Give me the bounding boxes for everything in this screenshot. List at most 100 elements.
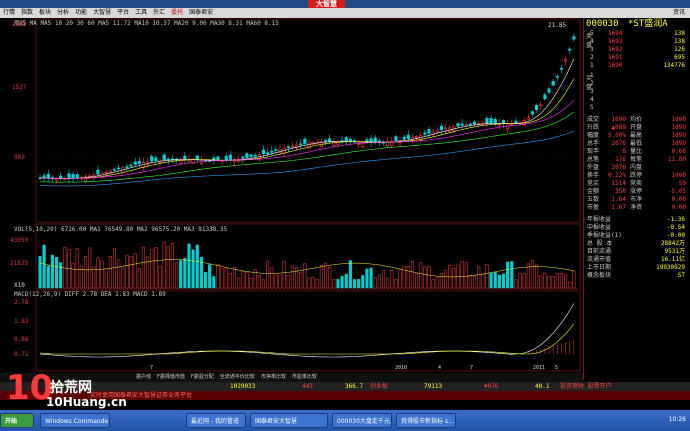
candle-body <box>245 153 249 158</box>
menu-item[interactable]: 外汇 <box>153 8 165 18</box>
quote-k1: 成交 <box>587 116 600 123</box>
volume-bar <box>398 268 402 289</box>
ticker-item[interactable]: 40.1 <box>535 382 549 391</box>
chart-area[interactable]: 周线 MA MA5 10 20 30 60 MA5 11.72 MA10 10.… <box>0 18 583 373</box>
candle-body <box>460 123 464 126</box>
ask-row: 5 1694 138 <box>584 30 689 38</box>
volume-bar <box>501 273 506 289</box>
taskbar-button[interactable]: 000030大盘走千元... <box>332 413 392 428</box>
candle-body <box>54 178 59 181</box>
bid-row: 1 <box>584 72 689 80</box>
volume-bar <box>55 256 59 289</box>
volume-bar <box>141 246 146 289</box>
volume-bar <box>117 259 121 289</box>
ask-row-px: 1693 <box>608 38 623 45</box>
candle-body <box>67 173 71 179</box>
candle-body <box>241 156 245 159</box>
ask-row-vol: 134776 <box>663 62 685 69</box>
volume-bar <box>245 272 249 289</box>
menu-item[interactable]: 分析 <box>57 8 69 18</box>
ticker-item[interactable]: 创业板 <box>370 382 388 391</box>
taskbar-button[interactable]: 国泰君安大智慧 <box>250 413 328 428</box>
menu-item[interactable]: 平台 <box>117 8 129 18</box>
menu-item[interactable]: 委托 <box>171 8 183 18</box>
fundamental-row: 目前流通 9531万 <box>584 248 689 256</box>
candle-body <box>402 136 406 140</box>
ask-row: 1 1690 134776 <box>584 62 689 70</box>
quote-v2: 0.00 <box>671 196 686 203</box>
ticker-item[interactable]: 366.7 <box>345 382 363 391</box>
ticker-item[interactable]: 投资理财 股票开户 <box>560 382 612 391</box>
indicator-tab[interactable]: 委户线 <box>136 373 151 382</box>
quote-k2: 量比 <box>630 148 643 155</box>
quote-k1: 总手 <box>587 140 600 147</box>
taskbar-button[interactable]: 最近网 - 我的管道 <box>186 413 246 428</box>
candle-body <box>166 158 170 161</box>
quote-v1: 350 <box>615 188 626 195</box>
start-button[interactable]: 开始 <box>0 413 34 428</box>
indicator-tab[interactable]: 全流通平价比较 <box>220 373 255 382</box>
quote-v2: 1690 <box>671 124 686 131</box>
volume-bar <box>46 265 50 289</box>
candle-body <box>332 141 336 146</box>
candle-body <box>336 141 340 146</box>
menu-item[interactable]: 国泰君安 <box>189 8 213 18</box>
quote-k1: 幅度 <box>587 132 600 139</box>
kline-chart-svg[interactable] <box>0 18 583 373</box>
volume-bar <box>439 273 443 289</box>
menu-item[interactable]: 功能 <box>75 8 87 18</box>
candle-body <box>514 120 518 124</box>
quote-v2: 0.66 <box>671 148 686 155</box>
bid-row-lv: 3 <box>590 88 594 95</box>
candle-body <box>547 88 551 93</box>
volume-bar <box>369 267 373 289</box>
volume-bar <box>460 260 464 289</box>
candle-body <box>468 123 473 126</box>
menu-items: 行情 指数 板块 分析 功能 大智慧 平台 工具 外汇 委托 国泰君安 <box>0 8 690 18</box>
x-axis-label: 2010 <box>395 365 408 371</box>
taskbar-button[interactable]: Windows Commande... <box>40 413 110 428</box>
fundamental-key: 目前流通 <box>587 248 612 255</box>
stock-title[interactable]: 000030 *ST盛润A <box>586 18 690 30</box>
volume-bar <box>232 267 237 289</box>
ticker-item[interactable]: 443 <box>302 382 313 391</box>
menu-item[interactable]: 工具 <box>135 8 147 18</box>
ask-row-vol: 695 <box>674 54 685 61</box>
indicator-tab[interactable]: F委盈分配 <box>191 373 214 382</box>
volume-bar <box>539 275 543 289</box>
fundamental-value: 16.11亿 <box>660 256 685 263</box>
menu-item[interactable]: 大智慧 <box>93 8 111 18</box>
ask-row: 4 1693 138 <box>584 38 689 46</box>
volume-bar <box>352 279 357 289</box>
quote-v2: 1690 <box>671 116 686 123</box>
volume-bar <box>319 265 323 289</box>
quote-k2: 均价 <box>630 116 643 123</box>
volume-bar <box>278 274 282 289</box>
indicator-tab[interactable]: 市净率比较 <box>261 373 286 382</box>
quote-k1: 换手 <box>587 172 600 179</box>
menu-item[interactable]: 板块 <box>39 8 51 18</box>
volume-bar <box>381 270 386 289</box>
menu-item-info[interactable]: 资讯 <box>673 8 685 18</box>
candle-body <box>472 121 477 125</box>
quote-v1: 1690 <box>611 116 626 123</box>
quote-v1: 5.00% <box>607 132 626 139</box>
taskbar-button[interactable]: 我得股市新指标 s... <box>396 413 456 428</box>
indicator-tab[interactable]: F委择值市值 <box>157 373 185 382</box>
ask-row-lv: 1 <box>590 62 594 69</box>
indicator-tab[interactable]: 市盈率比较 <box>292 373 317 382</box>
volume-bar <box>444 269 448 289</box>
candle-body <box>108 170 112 173</box>
ticker-item[interactable]: 79113 <box>424 382 442 391</box>
ticker-item[interactable]: 1029033 <box>230 382 255 391</box>
menu-item[interactable]: 指数 <box>21 8 33 18</box>
y-label-low: 869 <box>14 154 25 161</box>
ticker-item[interactable]: ▼076 <box>484 382 498 391</box>
quote-row: 现手 6 量比 0.66 <box>584 148 689 156</box>
menu-item[interactable]: 行情 <box>3 8 15 18</box>
volume-bar <box>464 262 468 289</box>
volume-bar <box>125 254 129 289</box>
clock: 10:26 <box>668 416 686 423</box>
candle-body <box>555 76 559 78</box>
volume-bar <box>402 265 406 289</box>
